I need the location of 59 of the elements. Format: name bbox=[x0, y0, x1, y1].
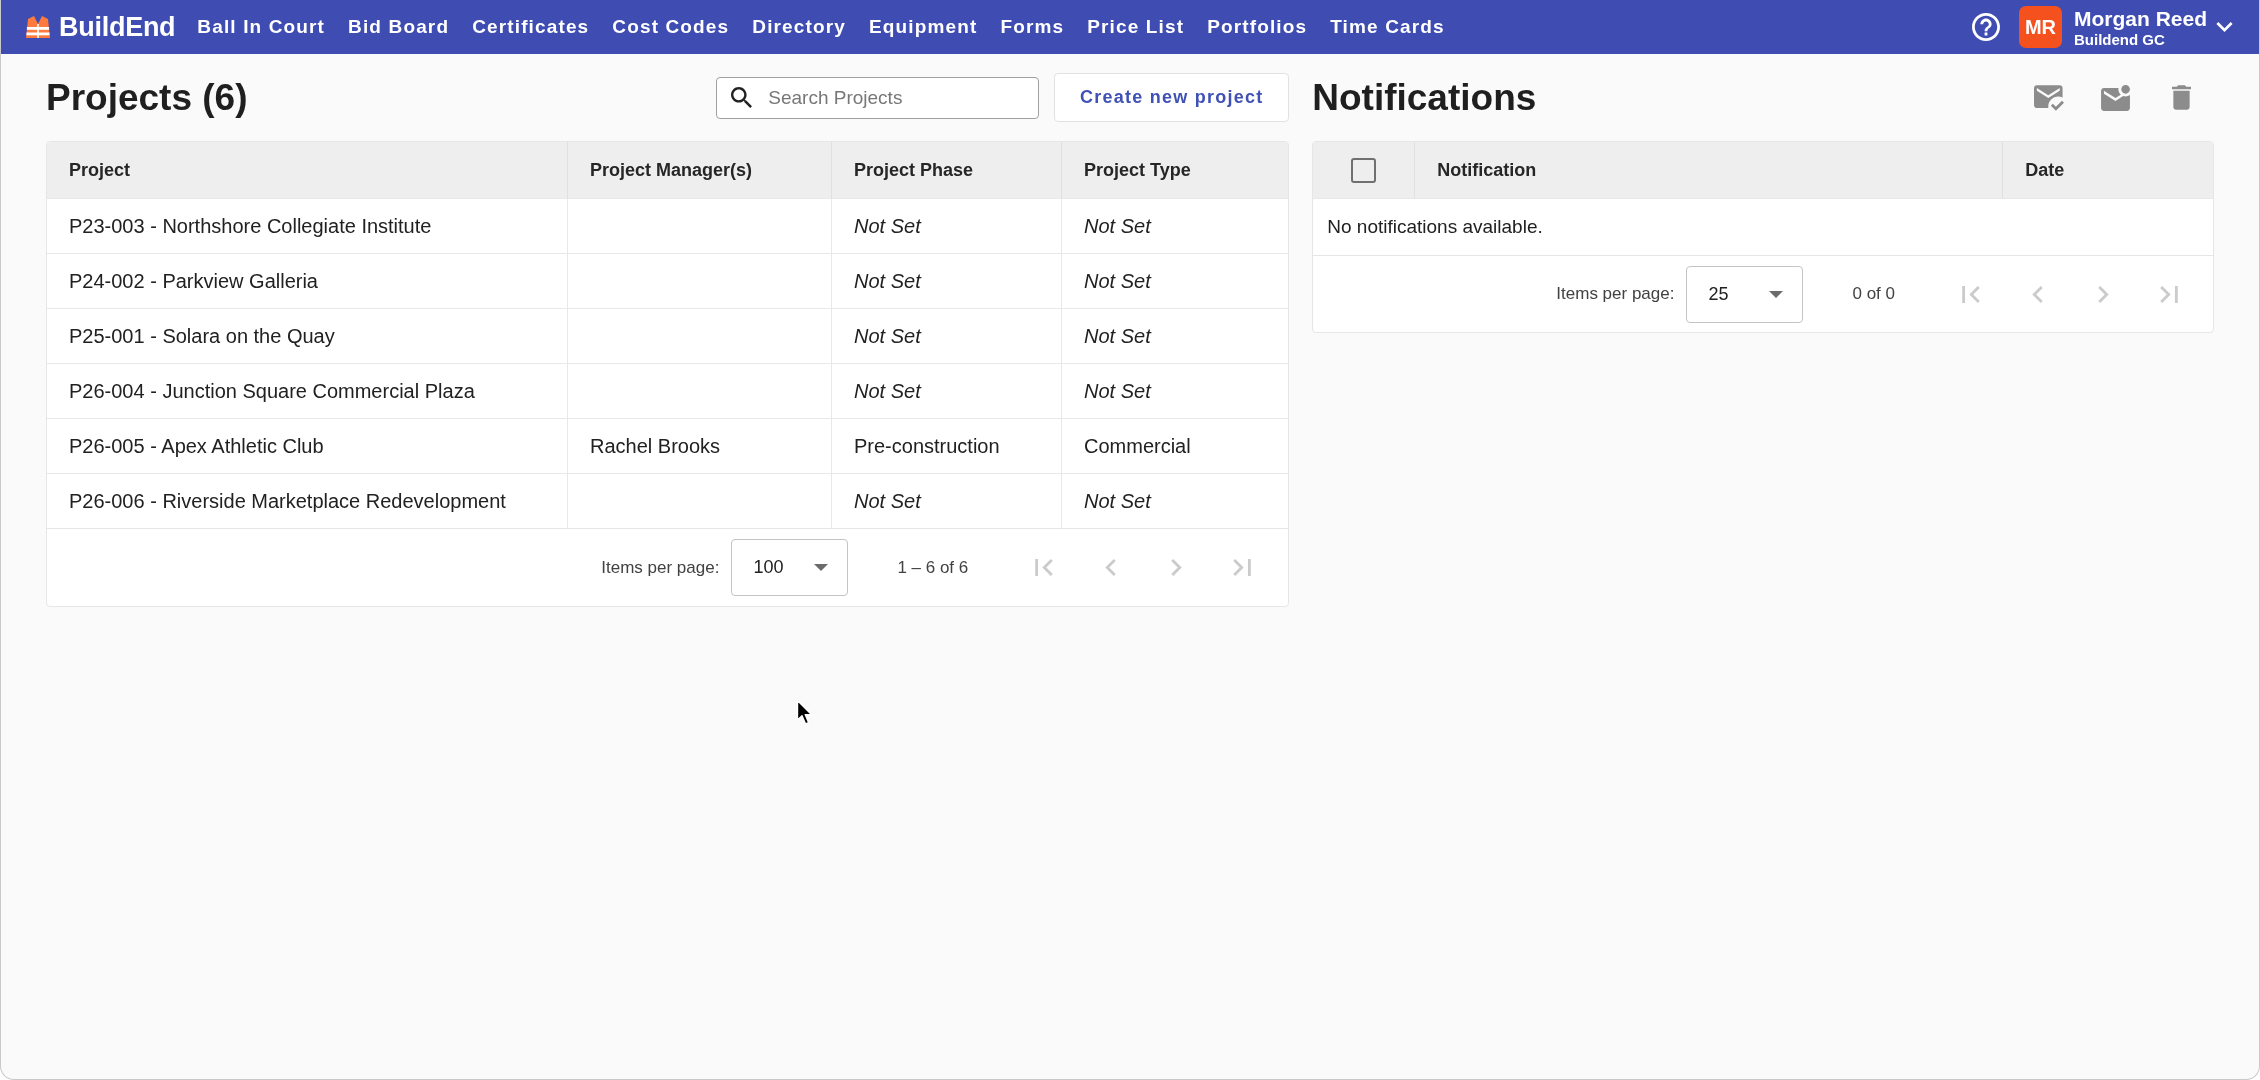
table-cell: Not Set bbox=[831, 309, 1061, 363]
items-per-page-label: Items per page: bbox=[1556, 283, 1675, 306]
envelope-badge-icon[interactable] bbox=[2100, 84, 2130, 111]
nav-link[interactable]: Price List bbox=[1087, 12, 1185, 42]
table-cell: Pre-construction bbox=[831, 419, 1061, 473]
column-header: Project bbox=[68, 158, 132, 182]
table-cell: Rachel Brooks bbox=[567, 419, 831, 473]
table-cell-text: P25-001 - Solara on the Quay bbox=[68, 324, 336, 349]
table-cell: Not Set bbox=[831, 199, 1061, 253]
column-header: Notification bbox=[1414, 142, 2003, 198]
table-cell: Not Set bbox=[831, 254, 1061, 308]
table-cell: Not Set bbox=[831, 364, 1061, 418]
column-header: Project Manager(s) bbox=[567, 142, 831, 198]
table-cell-text: P26-006 - Riverside Marketplace Redevelopment bbox=[68, 489, 507, 514]
caret-down-icon bbox=[814, 564, 829, 571]
table-cell: Not Set bbox=[1061, 254, 1289, 308]
company-name: Buildend GC bbox=[2074, 31, 2166, 47]
trash-icon[interactable] bbox=[2171, 85, 2191, 110]
nav-link[interactable]: Time Cards bbox=[1330, 12, 1445, 42]
user-name: Morgan Reed bbox=[2074, 7, 2207, 29]
nav-link[interactable]: Ball In Court bbox=[197, 12, 326, 42]
table-cell: Not Set bbox=[831, 474, 1061, 528]
nav-link[interactable]: Directory bbox=[752, 12, 846, 42]
nav-link[interactable]: Bid Board bbox=[348, 12, 450, 42]
logo-text: BuildEnd bbox=[59, 13, 176, 41]
table-cell: Not Set bbox=[1061, 474, 1289, 528]
nav-link[interactable]: Certificates bbox=[472, 12, 590, 42]
caret-down-icon bbox=[1769, 290, 1784, 298]
table-cell: Not Set bbox=[1061, 364, 1289, 418]
help-icon[interactable] bbox=[1972, 13, 2000, 41]
nav-link[interactable]: Forms bbox=[1000, 12, 1065, 42]
search-icon bbox=[731, 86, 753, 108]
table-cell: Commercial bbox=[1061, 419, 1289, 473]
select-all-checkbox[interactable] bbox=[1351, 157, 1377, 183]
table-cell-text: P26-004 - Junction Square Commercial Plaza bbox=[68, 379, 476, 404]
table-cell-text: P23-003 - Northshore Collegiate Institute bbox=[68, 214, 433, 239]
section-title: Notifications bbox=[1312, 79, 1538, 116]
chevron-down-icon[interactable] bbox=[2216, 22, 2233, 32]
column-header: Project Phase bbox=[831, 142, 1061, 198]
search-field[interactable]: Search Projects bbox=[716, 76, 1040, 119]
table-cell-text: P26-005 - Apex Athletic Club bbox=[68, 434, 325, 459]
empty-message: No notifications available. bbox=[1327, 214, 1543, 239]
nav-link[interactable]: Equipment bbox=[868, 12, 978, 42]
column-header: Date bbox=[2002, 142, 2213, 198]
page-size-select[interactable]: 100 bbox=[731, 539, 849, 596]
safety-vest-icon bbox=[25, 15, 51, 39]
items-per-page-label: Items per page: bbox=[601, 556, 720, 579]
page-range: 1 – 6 of 6 bbox=[897, 556, 969, 579]
create-project-button[interactable]: Create new project bbox=[1054, 73, 1290, 122]
column-header: Project Type bbox=[1061, 142, 1289, 198]
nav-link[interactable]: Cost Codes bbox=[612, 12, 730, 42]
page-range: 0 of 0 bbox=[1852, 283, 1895, 306]
table-cell: Not Set bbox=[1061, 309, 1289, 363]
table-cell-text: P24-002 - Parkview Galleria bbox=[68, 269, 319, 294]
page-size-select[interactable]: 25 bbox=[1686, 265, 1804, 323]
envelope-check-icon[interactable] bbox=[2034, 84, 2064, 111]
table-cell: Not Set bbox=[1061, 199, 1289, 253]
page-title: Projects (6) bbox=[46, 79, 249, 116]
nav-link[interactable]: Portfolios bbox=[1207, 12, 1308, 42]
